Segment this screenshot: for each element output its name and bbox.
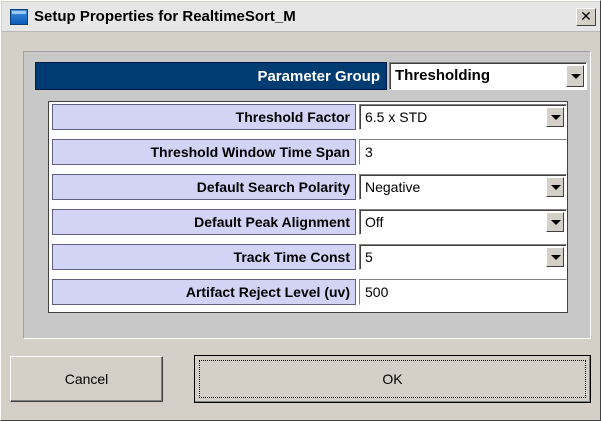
param-label: Artifact Reject Level (uv) bbox=[52, 279, 356, 305]
threshold-factor-dropdown[interactable]: 6.5 x STD bbox=[359, 104, 567, 130]
parameter-group-label: Parameter Group bbox=[35, 62, 387, 90]
chevron-down-icon[interactable] bbox=[546, 247, 564, 267]
param-row-default-search-polarity: Default Search Polarity Negative bbox=[49, 172, 567, 201]
chevron-down-icon[interactable] bbox=[566, 65, 584, 87]
param-label: Threshold Factor bbox=[52, 104, 356, 130]
parameters-grid: Threshold Factor 6.5 x STD Threshold Win… bbox=[48, 101, 568, 313]
close-button[interactable]: ✕ bbox=[576, 8, 596, 26]
param-row-track-time-const: Track Time Const 5 bbox=[49, 242, 567, 271]
app-window-icon bbox=[10, 9, 28, 25]
param-value: 6.5 x STD bbox=[365, 109, 428, 125]
default-search-polarity-dropdown[interactable]: Negative bbox=[359, 174, 567, 200]
artifact-reject-level-input[interactable]: 500 bbox=[359, 279, 567, 305]
close-icon: ✕ bbox=[580, 8, 592, 24]
parameter-group-dropdown[interactable]: Thresholding bbox=[389, 62, 587, 90]
param-row-threshold-factor: Threshold Factor 6.5 x STD bbox=[49, 102, 567, 131]
param-label: Threshold Window Time Span bbox=[52, 139, 356, 165]
ok-button[interactable]: OK bbox=[194, 355, 591, 403]
param-value: Off bbox=[365, 214, 384, 230]
chevron-down-icon[interactable] bbox=[546, 212, 564, 232]
setup-properties-dialog: Setup Properties for RealtimeSort_M ✕ Pa… bbox=[0, 0, 601, 421]
param-row-default-peak-alignment: Default Peak Alignment Off bbox=[49, 207, 567, 236]
param-value: Negative bbox=[365, 179, 421, 195]
param-value: 5 bbox=[365, 249, 373, 265]
param-row-artifact-reject-level: Artifact Reject Level (uv) 500 bbox=[49, 277, 567, 306]
cancel-button[interactable]: Cancel bbox=[10, 356, 163, 402]
param-label: Track Time Const bbox=[52, 244, 356, 270]
threshold-window-time-span-input[interactable]: 3 bbox=[359, 139, 567, 165]
parameters-panel: Parameter Group Thresholding Threshold F… bbox=[23, 51, 591, 339]
default-peak-alignment-dropdown[interactable]: Off bbox=[359, 209, 567, 235]
parameter-group-value: Thresholding bbox=[395, 67, 490, 84]
title-bar[interactable]: Setup Properties for RealtimeSort_M ✕ bbox=[2, 2, 600, 32]
focus-rectangle bbox=[199, 360, 586, 398]
dialog-title: Setup Properties for RealtimeSort_M bbox=[34, 8, 296, 25]
param-label: Default Peak Alignment bbox=[52, 209, 356, 235]
param-row-threshold-window-time-span: Threshold Window Time Span 3 bbox=[49, 137, 567, 166]
param-label: Default Search Polarity bbox=[52, 174, 356, 200]
chevron-down-icon[interactable] bbox=[546, 177, 564, 197]
chevron-down-icon[interactable] bbox=[546, 107, 564, 127]
track-time-const-dropdown[interactable]: 5 bbox=[359, 244, 567, 270]
